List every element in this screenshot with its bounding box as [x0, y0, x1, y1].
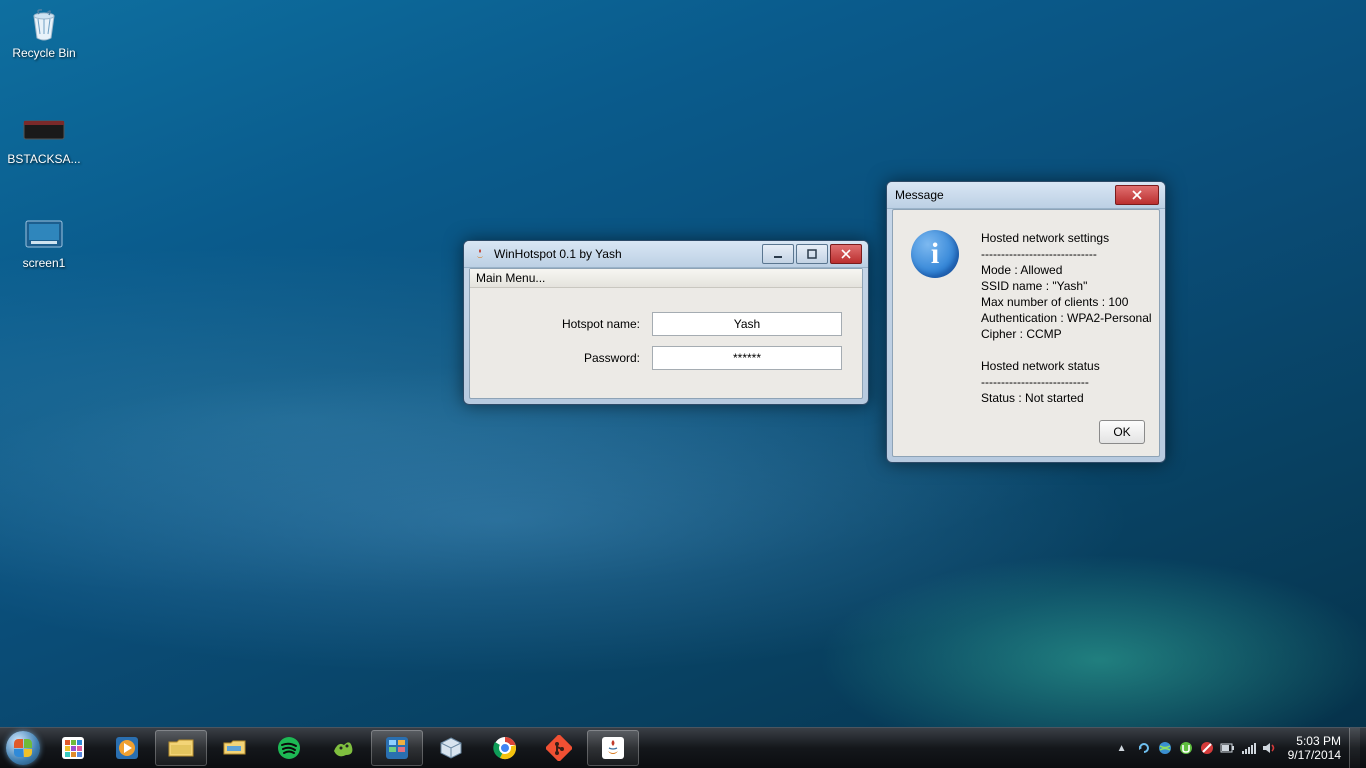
desktop-icon-screen1[interactable]: screen1	[6, 214, 82, 270]
desktop-icon-bstacks[interactable]: BSTACKSA...	[6, 110, 82, 166]
maximize-button[interactable]	[796, 244, 828, 264]
file-icon	[22, 110, 66, 150]
taskbar-item-spotify[interactable]	[263, 730, 315, 766]
start-button[interactable]	[0, 728, 46, 768]
desktop-icon-recycle-bin[interactable]: Recycle Bin	[6, 4, 82, 60]
tray-sync-icon[interactable]	[1136, 740, 1152, 756]
close-button[interactable]	[1115, 185, 1159, 205]
password-label: Password:	[490, 351, 652, 365]
taskbar-item-tiles[interactable]	[47, 730, 99, 766]
minimize-button[interactable]	[762, 244, 794, 264]
close-button[interactable]	[830, 244, 862, 264]
tray-battery-icon[interactable]	[1220, 740, 1236, 756]
message-text: Hosted network settings ----------------…	[981, 230, 1152, 406]
show-desktop-button[interactable]	[1349, 728, 1360, 768]
chrome-icon	[491, 734, 519, 762]
spotify-icon	[275, 734, 303, 762]
desktop-icon-label: Recycle Bin	[6, 46, 82, 60]
taskbar: ▲ 5:03 PM 9/17/2014	[0, 727, 1366, 768]
bluestacks-icon	[329, 734, 357, 762]
tray-volume-icon[interactable]	[1262, 740, 1278, 756]
image-file-icon	[22, 214, 66, 254]
taskbar-item-java[interactable]	[587, 730, 639, 766]
clock-time: 5:03 PM	[1288, 734, 1341, 748]
winhotspot-window: WinHotspot 0.1 by Yash Main Menu... Hots…	[463, 240, 869, 405]
tray-globe-icon[interactable]	[1157, 740, 1173, 756]
info-icon: i	[911, 230, 959, 278]
taskbar-item-git[interactable]	[533, 730, 585, 766]
tray-blocked-icon[interactable]	[1199, 740, 1215, 756]
menu-main[interactable]: Main Menu...	[476, 271, 545, 285]
folder-stack-icon	[221, 734, 249, 762]
desktop-icon-label: BSTACKSA...	[6, 152, 82, 166]
hotspot-name-input[interactable]	[652, 312, 842, 336]
taskbar-item-folder[interactable]	[209, 730, 261, 766]
java-icon	[599, 734, 627, 762]
message-client-area: i Hosted network settings --------------…	[892, 209, 1160, 457]
desktop-icon-label: screen1	[6, 256, 82, 270]
tray-utorrent-icon[interactable]	[1178, 740, 1194, 756]
taskbar-item-chrome[interactable]	[479, 730, 531, 766]
clock-date: 9/17/2014	[1288, 748, 1341, 762]
window-title: WinHotspot 0.1 by Yash	[494, 247, 622, 261]
file-explorer-icon	[167, 734, 195, 762]
media-player-icon	[113, 734, 141, 762]
cube-icon	[437, 734, 465, 762]
git-icon	[545, 734, 573, 762]
system-tray: ▲ 5:03 PM 9/17/2014	[1114, 728, 1366, 768]
hotspot-name-label: Hotspot name:	[490, 317, 652, 331]
winhotspot-titlebar[interactable]: WinHotspot 0.1 by Yash	[464, 241, 868, 268]
winhotspot-client-area: Main Menu... Hotspot name: Password:	[469, 268, 863, 399]
password-input[interactable]	[652, 346, 842, 370]
menubar: Main Menu...	[470, 269, 862, 288]
tiles-icon	[59, 734, 87, 762]
tray-clock[interactable]: 5:03 PM 9/17/2014	[1288, 734, 1341, 762]
taskbar-item-explorer[interactable]	[155, 730, 207, 766]
java-app-icon	[472, 246, 488, 262]
ok-button[interactable]: OK	[1099, 420, 1145, 444]
settings-panel-icon	[383, 734, 411, 762]
taskbar-item-bluestacks[interactable]	[317, 730, 369, 766]
taskbar-item-virtualbox[interactable]	[425, 730, 477, 766]
dialog-title: Message	[895, 188, 944, 202]
tray-overflow-button[interactable]: ▲	[1114, 740, 1130, 756]
taskbar-item-settings[interactable]	[371, 730, 423, 766]
taskbar-item-media-player[interactable]	[101, 730, 153, 766]
message-titlebar[interactable]: Message	[887, 182, 1165, 209]
tray-network-icon[interactable]	[1241, 740, 1257, 756]
message-dialog: Message i Hosted network settings ------…	[886, 181, 1166, 463]
recycle-bin-icon	[22, 4, 66, 44]
